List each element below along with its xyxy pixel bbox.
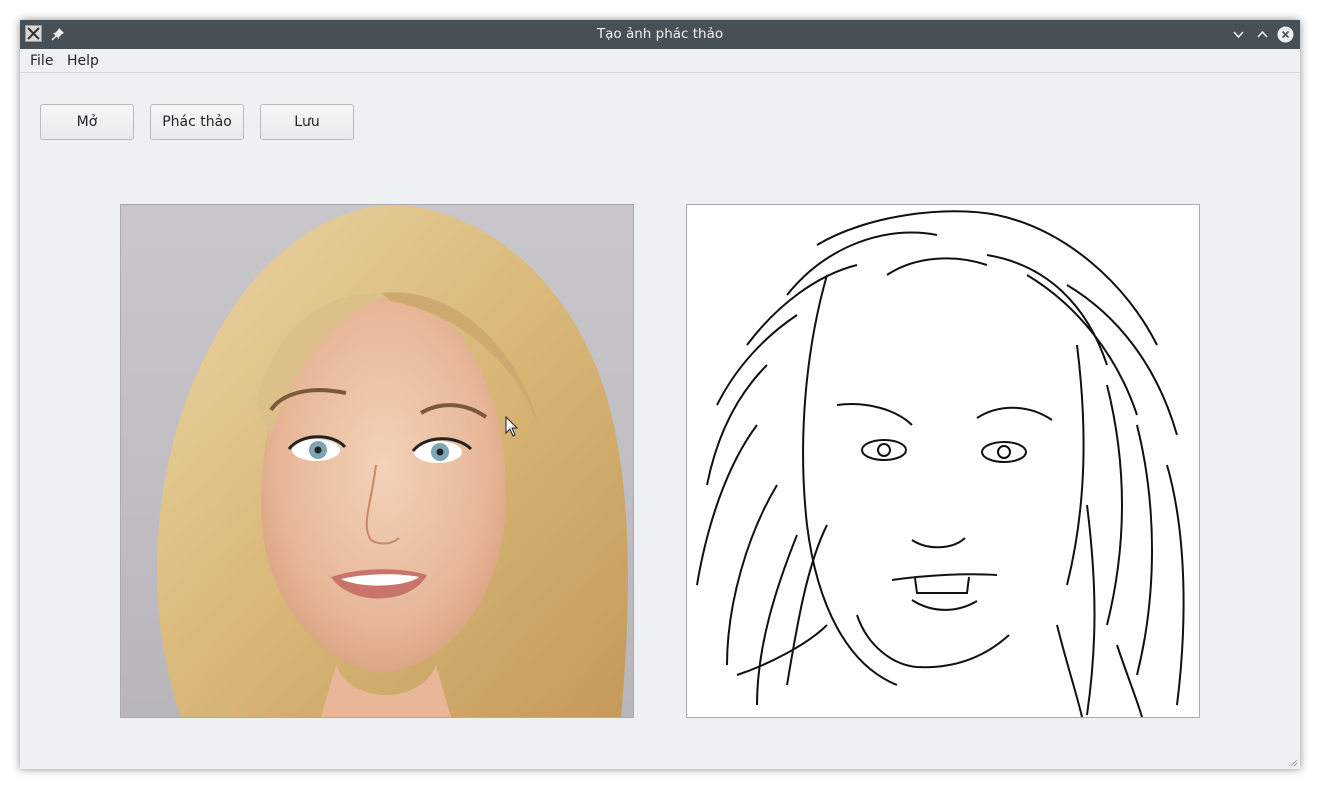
mouse-cursor-icon xyxy=(505,416,519,437)
portrait-photo xyxy=(121,205,633,717)
sketch-image xyxy=(686,204,1200,718)
resize-grip-icon[interactable] xyxy=(1288,757,1298,767)
minimize-icon[interactable] xyxy=(1230,26,1247,43)
line-sketch xyxy=(696,210,1185,717)
menu-bar: File Help xyxy=(20,49,1300,73)
sketch-button[interactable]: Phác thảo xyxy=(150,104,244,140)
open-button[interactable]: Mở xyxy=(40,104,134,140)
title-bar[interactable]: Tạo ảnh phác thảo xyxy=(20,20,1300,49)
app-window: Tạo ảnh phác thảo File Help Mở Phác thảo… xyxy=(20,20,1300,769)
close-icon[interactable] xyxy=(1277,26,1294,43)
menu-file[interactable]: File xyxy=(30,49,53,73)
window-title: Tạo ảnh phác thảo xyxy=(596,26,724,42)
maximize-icon[interactable] xyxy=(1254,26,1271,43)
save-button[interactable]: Lưu xyxy=(260,104,354,140)
original-image xyxy=(120,204,634,718)
menu-help[interactable]: Help xyxy=(67,49,99,73)
